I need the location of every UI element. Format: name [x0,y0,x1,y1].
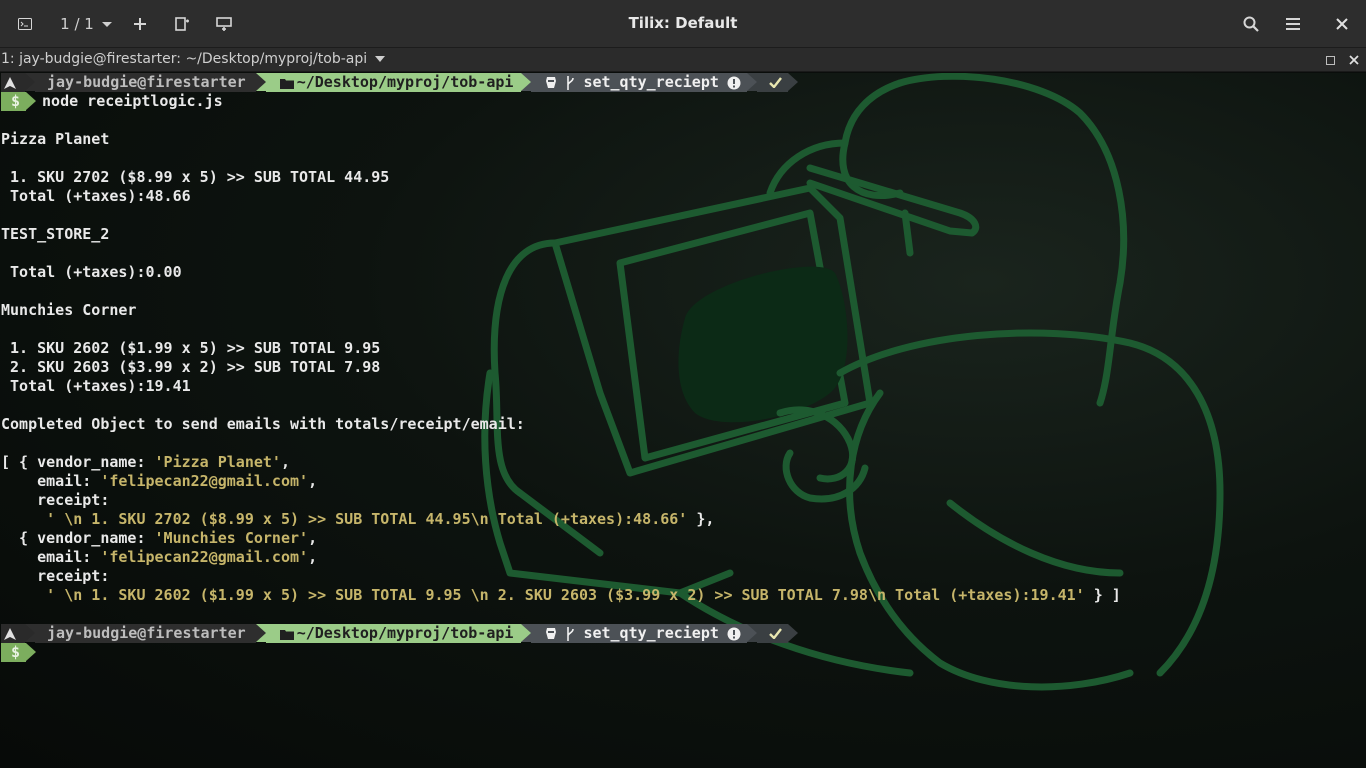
close-icon [1349,55,1359,65]
object-string: ' \n 1. SKU 2702 ($8.99 x 5) >> SUB TOTA… [1,510,688,528]
header-bar: 1 / 1 Tilix: Default [0,0,1366,48]
terminal-area[interactable]: jay-budgie@firestarter ~/Desktop/myproj/… [0,73,1366,768]
window-title: Tilix: Default [628,14,738,32]
prompt-dollar: $ [1,643,27,662]
directory-path: ~/Desktop/myproj/tob-api [296,624,514,642]
object-punct: , [308,529,318,547]
new-session-button[interactable] [126,8,154,40]
terminal-title-menu[interactable]: 1: jay-budgie@firestarter: ~/Desktop/myp… [1,51,386,67]
menu-icon [1286,18,1300,30]
store-name: Munchies Corner [1,301,137,319]
object-string: 'Munchies Corner' [154,529,309,547]
user-host-segment: jay-budgie@firestarter [35,73,256,92]
receipt-item: 2. SKU 2603 ($3.99 x 2) >> SUB TOTAL 7.9… [1,358,381,376]
terminal-output: jay-budgie@firestarter ~/Desktop/myproj/… [1,73,1361,662]
session-counter: 1 / 1 [60,15,94,33]
folder-icon [279,629,294,640]
add-terminal-down-button[interactable] [210,8,238,40]
close-terminal-button[interactable] [1346,52,1362,68]
object-punct: , [280,453,290,471]
maximize-terminal-button[interactable] [1322,52,1338,68]
add-terminal-right-button[interactable] [168,8,196,40]
git-segment: set_qty_reciept [531,73,747,92]
warning-icon [727,76,741,89]
menu-button[interactable] [1278,8,1308,40]
receipt-item: 1. SKU 2702 ($8.99 x 5) >> SUB TOTAL 44.… [1,168,390,186]
check-icon [769,628,782,639]
object-line: email: 'felipecan22@gmail.com', [1,472,1361,491]
user-host-segment: jay-budgie@firestarter [35,624,256,643]
object-punct: } ] [1084,586,1121,604]
object-punct: , [308,548,318,566]
directory-segment: ~/Desktop/myproj/tob-api [265,624,522,643]
object-punct: , [308,472,318,490]
receipt-total: Total (+taxes):0.00 [1,263,182,281]
add-right-icon [175,17,189,31]
receipt-item: 1. SKU 2602 ($1.99 x 5) >> SUB TOTAL 9.9… [1,339,381,357]
window-close-button[interactable] [1327,8,1357,40]
receipt-total: Total (+taxes):48.66 [1,187,191,205]
chevron-down-icon [101,21,112,27]
command-input[interactable] [36,643,42,662]
git-branch: set_qty_reciept [583,624,719,642]
os-segment [1,73,25,92]
prompt-dollar: $ [1,92,27,111]
os-segment [1,624,25,643]
completed-heading: Completed Object to send emails with tot… [1,415,525,433]
object-key: [ { vendor_name: [1,453,155,471]
arch-icon [4,76,16,89]
object-string: 'Pizza Planet' [154,453,281,471]
arch-icon [4,627,16,640]
session-switcher[interactable]: 1 / 1 [56,8,116,40]
sidebar-toggle-button[interactable] [10,8,40,40]
status-segment [756,73,788,92]
object-key: receipt: [1,567,110,585]
object-punct: }, [687,510,715,528]
git-icon [546,628,557,639]
object-line: email: 'felipecan22@gmail.com', [1,548,1361,567]
git-branch: set_qty_reciept [583,73,719,91]
add-down-icon [216,17,232,31]
close-icon [1336,18,1348,30]
prompt-line: jay-budgie@firestarter ~/Desktop/myproj/… [1,624,1361,643]
object-string: 'felipecan22@gmail.com' [100,472,309,490]
object-key: { vendor_name: [1,529,155,547]
object-line: [ { vendor_name: 'Pizza Planet', [1,453,1361,472]
object-key: email: [1,472,101,490]
folder-icon [279,78,294,89]
object-key: receipt: [1,491,110,509]
object-string: 'felipecan22@gmail.com' [100,548,309,566]
command-text: node receiptlogic.js [42,92,223,110]
object-line: ' \n 1. SKU 2702 ($8.99 x 5) >> SUB TOTA… [1,510,1361,529]
terminal-icon [18,18,32,30]
check-icon [769,77,782,88]
object-line: ' \n 1. SKU 2602 ($1.99 x 5) >> SUB TOTA… [1,586,1361,605]
git-icon [546,77,557,88]
terminal-titlebar: 1: jay-budgie@firestarter: ~/Desktop/myp… [0,48,1366,72]
directory-segment: ~/Desktop/myproj/tob-api [265,73,522,92]
prompt-line: jay-budgie@firestarter ~/Desktop/myproj/… [1,73,1361,92]
store-name: TEST_STORE_2 [1,225,110,243]
command-line: $ node receiptlogic.js [1,92,1361,111]
search-icon [1243,16,1259,32]
git-segment: set_qty_reciept [531,624,747,643]
receipt-total: Total (+taxes):19.41 [1,377,191,395]
search-button[interactable] [1236,8,1266,40]
command-line: $ [1,643,1361,662]
status-segment [756,624,788,643]
store-name: Pizza Planet [1,130,110,148]
directory-path: ~/Desktop/myproj/tob-api [296,73,514,91]
maximize-icon [1325,55,1335,65]
object-key: email: [1,548,101,566]
object-line: { vendor_name: 'Munchies Corner', [1,529,1361,548]
object-string: ' \n 1. SKU 2602 ($1.99 x 5) >> SUB TOTA… [1,586,1085,604]
chevron-down-icon [375,56,386,62]
git-branch-icon [567,75,575,90]
plus-icon [134,18,146,30]
git-branch-icon [567,626,575,641]
terminal-title: 1: jay-budgie@firestarter: ~/Desktop/myp… [1,51,368,67]
warning-icon [727,627,741,640]
